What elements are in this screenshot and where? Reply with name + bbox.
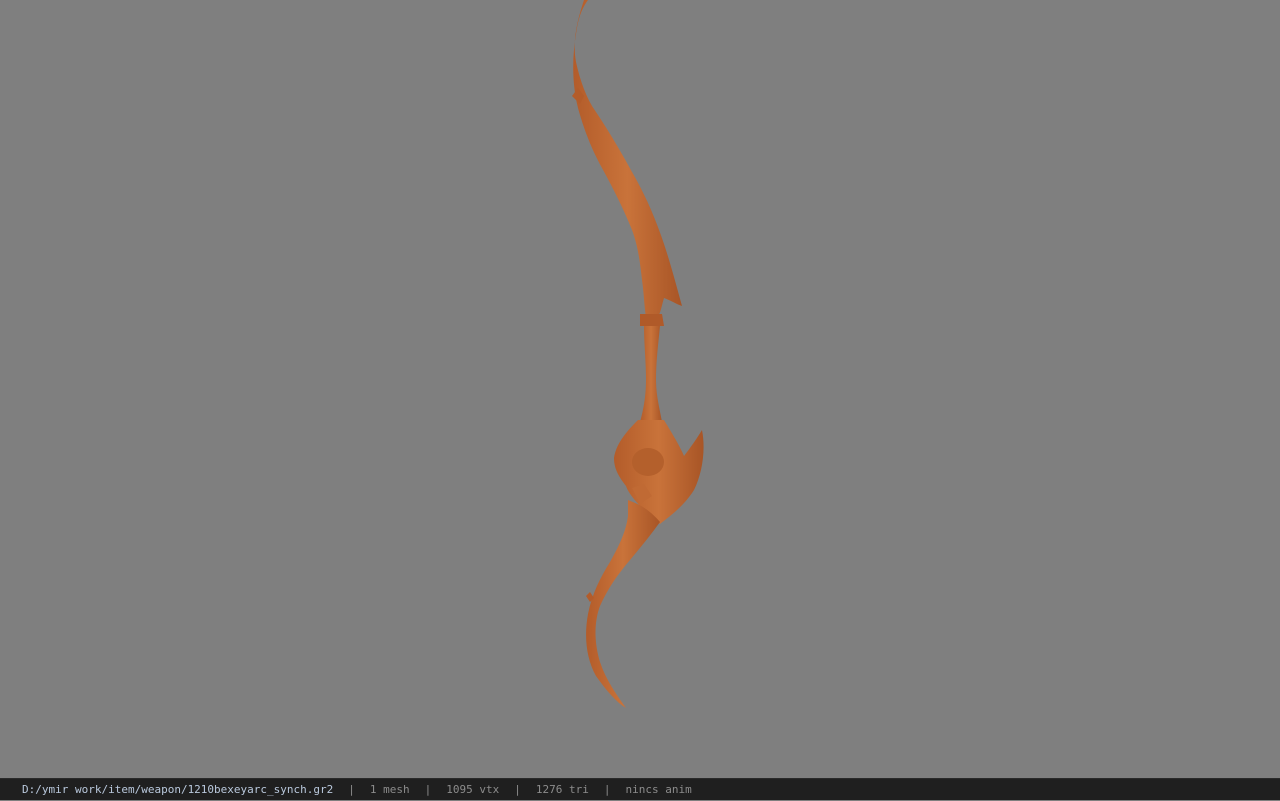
status-bar: D:/ymir work/item/weapon/1210bexeyarc_sy… bbox=[0, 778, 1280, 800]
animation-status: nincs anim bbox=[625, 782, 692, 796]
bow-lower-limb bbox=[586, 500, 660, 708]
vertex-count: 1095 vtx bbox=[446, 782, 500, 796]
mesh-count: 1 mesh bbox=[369, 782, 410, 796]
separator: | bbox=[603, 782, 611, 796]
separator: | bbox=[514, 782, 521, 796]
bow-grip-collar bbox=[640, 314, 664, 326]
separator: | bbox=[348, 782, 355, 796]
bow-model[interactable] bbox=[0, 0, 1280, 778]
bow-riser-knob bbox=[632, 448, 664, 476]
file-path: D:/ymir work/item/weapon/1210bexeyarc_sy… bbox=[22, 782, 334, 796]
separator: | bbox=[424, 782, 432, 796]
triangle-count: 1276 tri bbox=[535, 782, 589, 796]
3d-viewport[interactable] bbox=[0, 0, 1280, 778]
bow-grip-shaft bbox=[640, 326, 662, 422]
bow-upper-limb bbox=[573, 0, 682, 318]
